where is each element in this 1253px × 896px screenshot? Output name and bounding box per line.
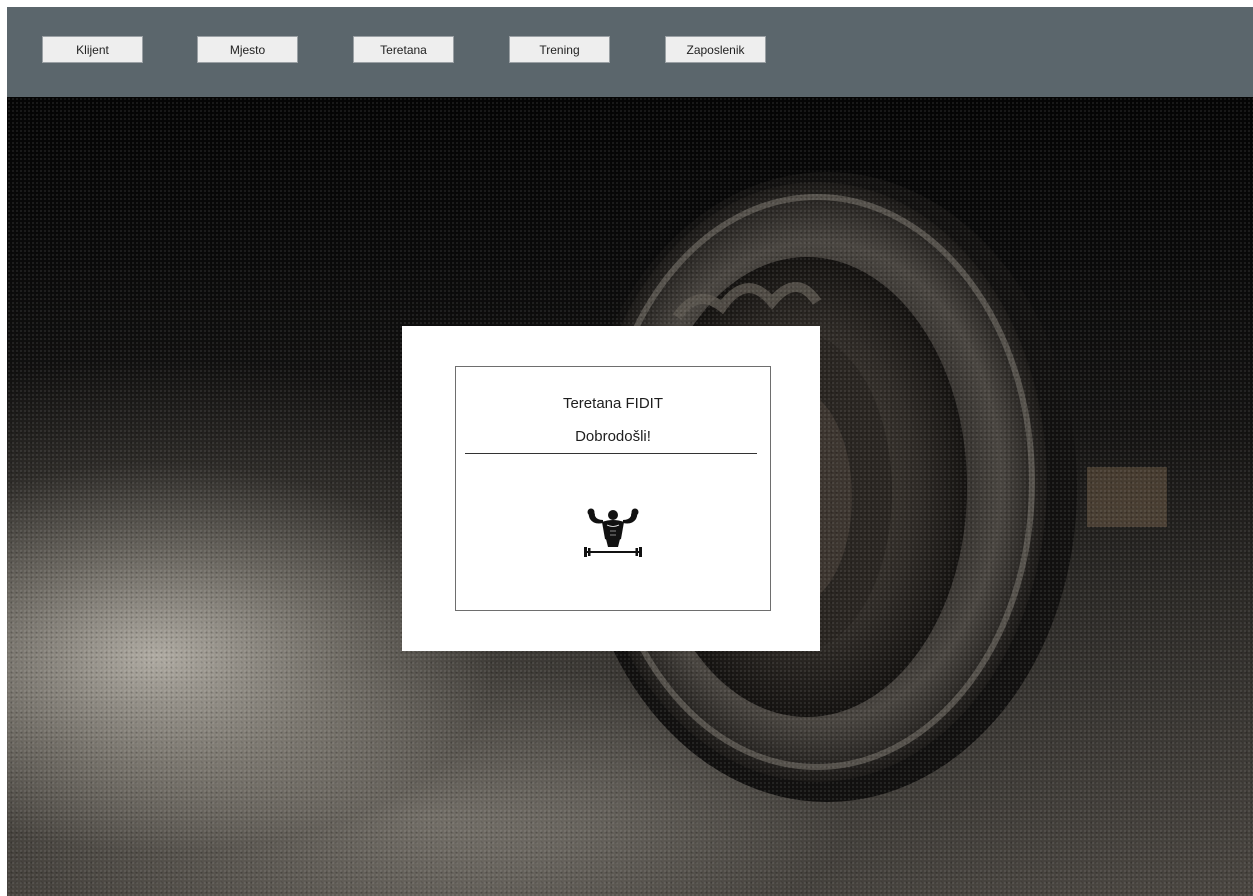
nav-button-zaposlenik[interactable]: Zaposlenik <box>665 36 766 63</box>
nav-button-klijent[interactable]: Klijent <box>42 36 143 63</box>
divider-line <box>465 453 757 454</box>
welcome-dialog: Teretana FIDIT Dobrodošli! <box>402 326 820 651</box>
gym-title: Teretana FIDIT <box>562 395 664 412</box>
app-window: Klijent Mjesto Teretana Trening Zaposlen… <box>7 7 1253 896</box>
welcome-card: Teretana FIDIT Dobrodošli! <box>455 366 771 611</box>
nav-button-teretana[interactable]: Teretana <box>353 36 454 63</box>
top-navbar: Klijent Mjesto Teretana Trening Zaposlen… <box>7 7 1253 97</box>
bodybuilder-barbell-icon <box>584 508 642 557</box>
welcome-message: Dobrodošli! <box>575 428 651 445</box>
nav-button-trening[interactable]: Trening <box>509 36 610 63</box>
nav-button-mjesto[interactable]: Mjesto <box>197 36 298 63</box>
